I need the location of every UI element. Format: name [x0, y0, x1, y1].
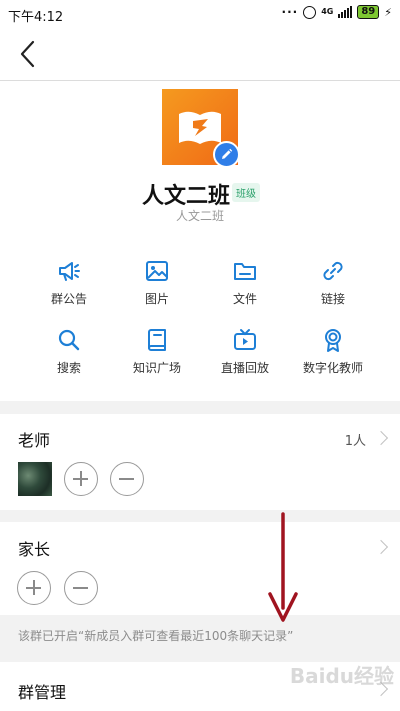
remove-parent-button[interactable]	[64, 571, 98, 605]
group-subtitle: 人文二班	[175, 209, 224, 223]
status-icons: ··· 4G 89 ⚡	[282, 5, 392, 19]
image-icon	[146, 261, 168, 281]
teachers-count: 1人	[344, 434, 366, 449]
chevron-left-icon	[20, 40, 35, 68]
pencil-icon	[222, 148, 233, 159]
feature-search[interactable]: 搜索	[25, 325, 113, 388]
link-icon	[323, 261, 343, 281]
feature-label: 搜索	[56, 361, 81, 375]
group-name: 人文二班	[142, 184, 231, 209]
chevron-right-icon	[373, 430, 389, 446]
status-bar: 下午4:12 ··· 4G 89 ⚡	[0, 0, 400, 28]
history-notice-text: 该群已开启“新成员入群可查看最近100条聊天记录”	[18, 629, 294, 643]
tv-play-icon	[234, 329, 256, 350]
parents-title: 家长	[18, 540, 51, 559]
feature-label: 直播回放	[220, 361, 269, 375]
feature-grid: 群公告 图片 文件 链接 搜索 知识广场 直播回放 数字化教师	[25, 256, 375, 388]
network-type: 4G	[321, 7, 334, 16]
search-icon	[58, 329, 80, 351]
teachers-title: 老师	[18, 431, 51, 450]
feature-links[interactable]: 链接	[289, 256, 377, 319]
feature-label: 知识广场	[132, 361, 181, 375]
feature-label: 文件	[232, 292, 257, 306]
add-teacher-button[interactable]	[64, 462, 98, 496]
battery-icon: 89	[357, 5, 380, 19]
more-dots-icon: ···	[281, 5, 299, 19]
section-separator	[0, 510, 400, 522]
feature-label: 图片	[144, 292, 169, 306]
teacher-avatar[interactable]	[18, 462, 52, 496]
feature-label: 链接	[320, 292, 345, 306]
edit-avatar-button[interactable]	[213, 141, 240, 168]
feature-knowledge-square[interactable]: 知识广场	[113, 325, 201, 388]
group-management-title: 群管理	[18, 683, 67, 702]
class-tag-badge: 班级	[232, 183, 260, 202]
book-icon	[148, 329, 166, 351]
nav-divider	[0, 80, 400, 81]
feature-live-replay[interactable]: 直播回放	[201, 325, 289, 388]
watermark-logo: Baidu经验	[289, 664, 394, 688]
remove-teacher-button[interactable]	[110, 462, 144, 496]
feature-files[interactable]: 文件	[201, 256, 289, 319]
feature-label: 数字化教师	[302, 361, 363, 375]
section-separator	[0, 401, 400, 414]
group-settings-screen: 下午4:12 ··· 4G 89 ⚡ 人文二班 班级 人文二班 群公告 图片 文…	[0, 0, 400, 711]
charging-icon: ⚡	[384, 5, 392, 19]
feature-images[interactable]: 图片	[113, 256, 201, 319]
feature-announcement[interactable]: 群公告	[25, 256, 113, 319]
status-time: 下午4:12	[8, 10, 64, 25]
feature-label: 群公告	[50, 292, 87, 306]
folder-icon	[234, 263, 256, 280]
back-button[interactable]	[14, 38, 42, 70]
award-icon	[325, 329, 341, 352]
signal-icon	[338, 6, 353, 18]
annotation-arrow-icon	[268, 512, 298, 622]
feature-digital-teacher[interactable]: 数字化教师	[289, 325, 377, 388]
add-parent-button[interactable]	[17, 571, 51, 605]
megaphone-icon	[59, 262, 80, 281]
alarm-icon	[303, 5, 317, 19]
chevron-right-icon	[373, 539, 389, 555]
